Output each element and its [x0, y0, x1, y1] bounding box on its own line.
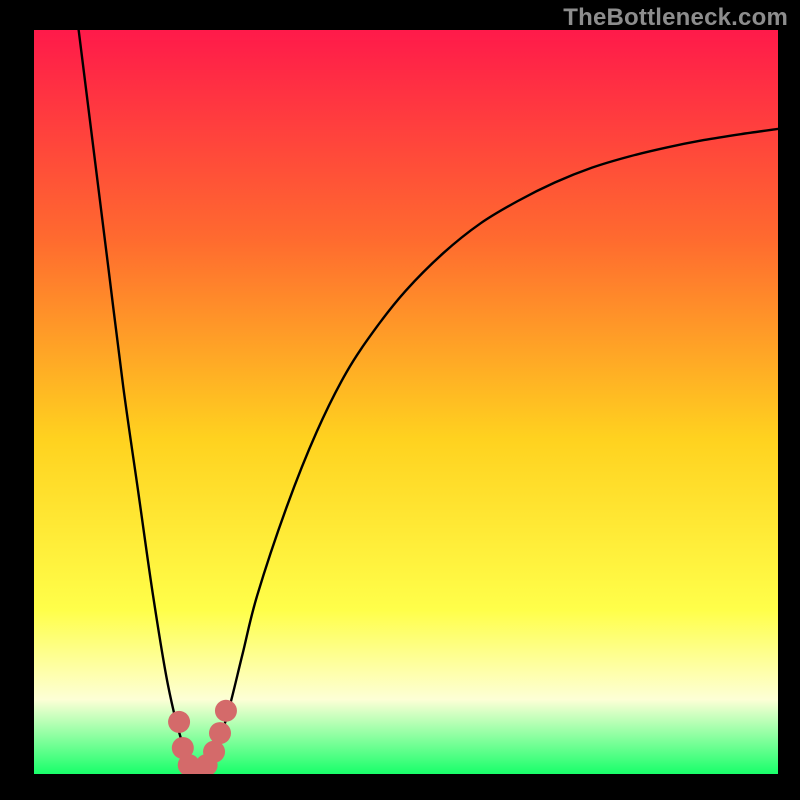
highlight-dot — [203, 741, 225, 763]
highlight-dot — [168, 711, 190, 733]
chart-svg — [34, 30, 778, 774]
outer-frame: TheBottleneck.com — [0, 0, 800, 800]
highlight-dot — [215, 700, 237, 722]
highlight-dot — [209, 722, 231, 744]
chart-plot-area — [34, 30, 778, 774]
gradient-background — [34, 30, 778, 774]
watermark-text: TheBottleneck.com — [563, 4, 788, 32]
